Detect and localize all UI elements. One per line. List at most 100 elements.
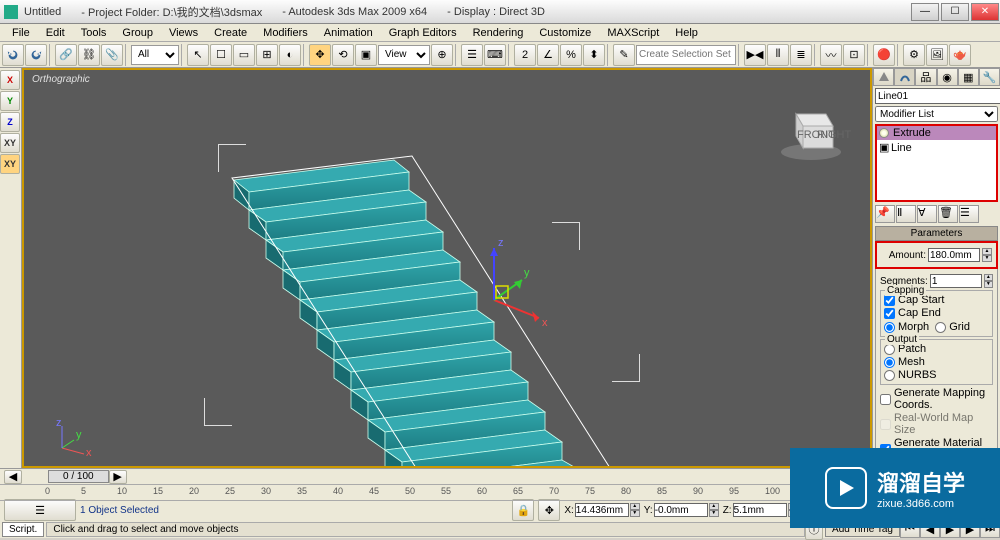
menu-rendering[interactable]: Rendering bbox=[465, 25, 532, 41]
schematic-button[interactable]: ⊡ bbox=[843, 44, 865, 66]
x-coord-input[interactable] bbox=[575, 503, 629, 517]
redo-button[interactable] bbox=[25, 44, 47, 66]
frame-indicator[interactable]: 0 / 100 bbox=[48, 470, 109, 483]
menu-help[interactable]: Help bbox=[667, 25, 706, 41]
constrain-xy-active[interactable]: XY bbox=[0, 154, 20, 174]
morph-radio[interactable] bbox=[884, 322, 895, 333]
safe-frame-corner bbox=[552, 222, 580, 250]
render-setup-button[interactable]: ⚙ bbox=[903, 44, 925, 66]
y-coord-input[interactable] bbox=[654, 503, 708, 517]
menu-edit[interactable]: Edit bbox=[38, 25, 73, 41]
grid-radio[interactable] bbox=[935, 322, 946, 333]
nurbs-radio[interactable] bbox=[884, 370, 895, 381]
utilities-tab[interactable]: 🔧 bbox=[979, 68, 1000, 86]
keyboard-button[interactable]: ⌨ bbox=[484, 44, 506, 66]
pin-stack-button[interactable]: 📌 bbox=[875, 205, 895, 223]
menu-tools[interactable]: Tools bbox=[73, 25, 115, 41]
cap-start-check[interactable] bbox=[884, 295, 895, 306]
bulb-icon[interactable] bbox=[879, 128, 889, 138]
ref-coord-system[interactable]: View bbox=[378, 45, 430, 65]
menu-views[interactable]: Views bbox=[161, 25, 206, 41]
snap-percent-button[interactable]: % bbox=[560, 44, 582, 66]
constrain-z[interactable]: Z bbox=[0, 112, 20, 132]
menu-grapheditors[interactable]: Graph Editors bbox=[381, 25, 465, 41]
curve-editor-button[interactable]: 〰 bbox=[820, 44, 842, 66]
link-button[interactable]: 🔗 bbox=[55, 44, 77, 66]
minimize-button[interactable]: — bbox=[911, 3, 939, 21]
render-button[interactable]: 🫖 bbox=[949, 44, 971, 66]
app-name: - Autodesk 3ds Max 2009 x64 bbox=[282, 6, 427, 18]
motion-tab[interactable]: ◉ bbox=[937, 68, 958, 86]
align-button[interactable]: ⫴ bbox=[767, 44, 789, 66]
cap-end-check[interactable] bbox=[884, 308, 895, 319]
amount-input[interactable] bbox=[928, 248, 980, 262]
maximize-button[interactable]: ☐ bbox=[941, 3, 969, 21]
amount-spinner[interactable]: ▲▼ bbox=[982, 248, 992, 262]
parameters-rollout-header[interactable]: Parameters bbox=[875, 226, 998, 241]
menu-file[interactable]: File bbox=[4, 25, 38, 41]
bind-button[interactable]: 📎 bbox=[101, 44, 123, 66]
menu-maxscript[interactable]: MAXScript bbox=[599, 25, 667, 41]
window-crossing-button[interactable]: ⊞ bbox=[256, 44, 278, 66]
constrain-x[interactable]: X bbox=[0, 70, 20, 90]
render-frame-button[interactable]: 🖼 bbox=[926, 44, 948, 66]
configure-button[interactable]: ☰ bbox=[959, 205, 979, 223]
unique-button[interactable]: ∀ bbox=[917, 205, 937, 223]
close-button[interactable]: ✕ bbox=[971, 3, 999, 21]
rotate-button[interactable]: ⟲ bbox=[332, 44, 354, 66]
spinner-snap-button[interactable]: ⬍ bbox=[583, 44, 605, 66]
unlink-button[interactable]: ⛓ bbox=[78, 44, 100, 66]
move-gizmo[interactable]: x y z bbox=[464, 240, 564, 340]
menu-group[interactable]: Group bbox=[114, 25, 161, 41]
segments-spinner[interactable]: ▲▼ bbox=[984, 274, 993, 288]
stack-item-line[interactable]: ▣Line bbox=[877, 140, 996, 155]
lock-selection-button[interactable]: 🔒 bbox=[512, 499, 534, 521]
selection-filter[interactable]: All bbox=[131, 45, 179, 65]
layers-button[interactable]: ≣ bbox=[790, 44, 812, 66]
absolute-mode-button[interactable]: ✥ bbox=[538, 499, 560, 521]
menu-create[interactable]: Create bbox=[206, 25, 255, 41]
paint-select-button[interactable]: ◐ bbox=[279, 44, 301, 66]
snap-2d-button[interactable]: 2 bbox=[514, 44, 536, 66]
manipulate-button[interactable]: ☰ bbox=[461, 44, 483, 66]
segments-input[interactable] bbox=[930, 274, 982, 288]
menu-customize[interactable]: Customize bbox=[531, 25, 599, 41]
pivot-button[interactable]: ⊕ bbox=[431, 44, 453, 66]
remove-mod-button[interactable]: 🗑 bbox=[938, 205, 958, 223]
select-button[interactable]: ↖ bbox=[187, 44, 209, 66]
menu-modifiers[interactable]: Modifiers bbox=[255, 25, 316, 41]
named-sel-edit-button[interactable]: ✎ bbox=[613, 44, 635, 66]
hierarchy-tab[interactable]: 品 bbox=[915, 68, 936, 86]
gen-mapping-check[interactable] bbox=[880, 394, 891, 405]
patch-radio[interactable] bbox=[884, 344, 895, 355]
constrain-xy[interactable]: XY bbox=[0, 133, 20, 153]
modifier-stack[interactable]: Extrude ▣Line bbox=[875, 124, 998, 202]
stack-item-extrude[interactable]: Extrude bbox=[877, 126, 996, 140]
mini-listener-toggle[interactable]: ☰ bbox=[4, 499, 76, 521]
viewport[interactable]: Orthographic bbox=[22, 68, 872, 468]
move-button[interactable]: ✥ bbox=[309, 44, 331, 66]
menu-animation[interactable]: Animation bbox=[316, 25, 381, 41]
z-coord-input[interactable] bbox=[733, 503, 787, 517]
mesh-radio[interactable] bbox=[884, 357, 895, 368]
create-tab[interactable] bbox=[873, 68, 894, 86]
modifier-list[interactable]: Modifier List bbox=[875, 106, 998, 122]
select-name-button[interactable]: ☐ bbox=[210, 44, 232, 66]
display-tab[interactable]: ▦ bbox=[958, 68, 979, 86]
prev-key-button[interactable]: ◀ bbox=[4, 470, 22, 484]
svg-text:z: z bbox=[56, 418, 62, 429]
material-editor-button[interactable]: 🔴 bbox=[873, 44, 895, 66]
constrain-y[interactable]: Y bbox=[0, 91, 20, 111]
object-name-input[interactable] bbox=[875, 88, 1000, 104]
selection-set-input[interactable] bbox=[636, 45, 736, 65]
undo-button[interactable] bbox=[2, 44, 24, 66]
modify-tab[interactable] bbox=[894, 68, 915, 86]
next-key-button[interactable]: ▶ bbox=[109, 470, 127, 484]
script-label[interactable]: Script. bbox=[2, 522, 44, 537]
select-region-button[interactable]: ▭ bbox=[233, 44, 255, 66]
show-end-button[interactable]: Ⅱ bbox=[896, 205, 916, 223]
snap-angle-button[interactable]: ∠ bbox=[537, 44, 559, 66]
viewcube[interactable]: FRONT RIGHT bbox=[786, 106, 836, 156]
scale-button[interactable]: ▣ bbox=[355, 44, 377, 66]
mirror-button[interactable]: ▶◀ bbox=[744, 44, 766, 66]
